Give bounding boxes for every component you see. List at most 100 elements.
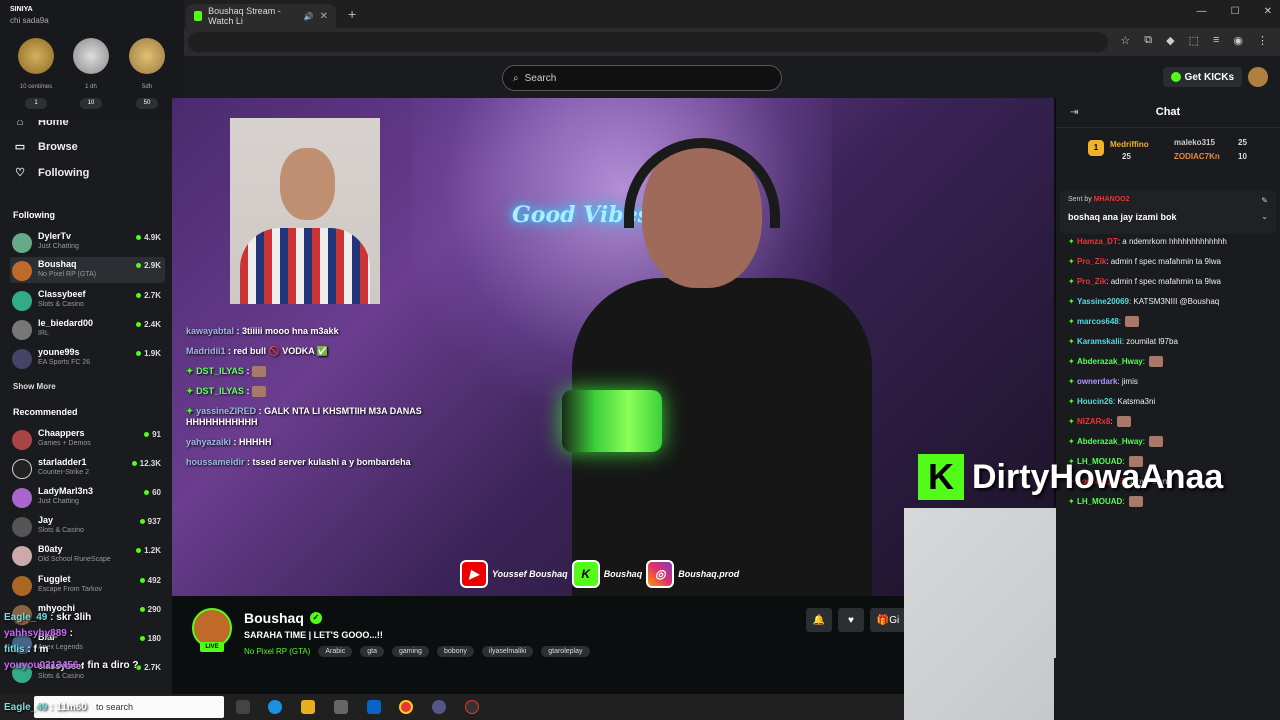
chat-username[interactable]: Abderazak_Hway	[1077, 357, 1143, 366]
tab-close-icon[interactable]: ✕	[320, 11, 328, 22]
chevron-down-icon[interactable]: ⌄	[1261, 212, 1268, 221]
stream-category[interactable]: No Pixel RP (GTA)	[244, 647, 310, 656]
search-input[interactable]: ⌕ Search	[502, 65, 782, 91]
nav-browse[interactable]: ▭ Browse	[14, 140, 78, 154]
channel-name: B0aty	[38, 544, 63, 554]
leader-name[interactable]: ZODIAC7Kn	[1174, 152, 1220, 161]
brand-name: DirtyHowaAnaa	[972, 457, 1224, 496]
leader-name[interactable]: maleko315	[1174, 138, 1215, 147]
viewer-count: 492	[147, 576, 161, 585]
get-kicks-button[interactable]: Get KICKs	[1162, 67, 1242, 87]
chat-message: : a ndemrkom hhhhhhhhhhhhh	[1117, 237, 1227, 246]
user-avatar[interactable]	[1248, 67, 1268, 87]
discord-icon[interactable]	[432, 700, 446, 714]
sidebar-channel-fugglet[interactable]: Fugglet Escape From Tarkov 492	[10, 572, 165, 598]
stream-tag[interactable]: bobony	[436, 646, 474, 657]
leader-name[interactable]: Medriffino	[1110, 140, 1149, 149]
follow-heart-button[interactable]: ♥	[838, 608, 864, 632]
viewer-count: 2.7K	[144, 291, 161, 300]
gift-button[interactable]: 🎁 Gi	[870, 608, 906, 632]
obs-icon[interactable]	[465, 700, 479, 714]
site-header: ⌕ Search Get KICKs	[172, 56, 1280, 98]
sidebar-channel-youne99s[interactable]: youne99s EA Sports FC 26 1.9K	[10, 345, 165, 371]
profile-icon[interactable]: ◉	[1233, 34, 1243, 47]
channel-name-heading[interactable]: Boushaq ✓	[244, 610, 322, 626]
pinned-sent-by-label: Sent by	[1068, 196, 1092, 203]
chat-username[interactable]: Pro_Zik	[1077, 257, 1106, 266]
coin-10-centimes-icon[interactable]	[18, 38, 54, 74]
nav-following[interactable]: ♡ Following	[14, 166, 89, 180]
sidebar-channel-boushaq[interactable]: Boushaq No Pixel RP (GTA) 2.9K	[10, 257, 165, 283]
chat-username[interactable]: Karamskalii	[1077, 337, 1122, 346]
edge-icon[interactable]	[268, 700, 282, 714]
coin-label: 1 dh	[85, 84, 97, 90]
new-tab-button[interactable]: +	[348, 6, 356, 22]
coin-widget-subtitle: chi sada9a	[10, 16, 49, 25]
chat-line: ✦ Pro_Zik: admin f spec mafahmin ta 9lwa	[1068, 256, 1278, 267]
chrome-icon[interactable]	[399, 700, 413, 714]
unpin-icon[interactable]: ✎	[1261, 196, 1268, 205]
chat-username[interactable]: Abderazak_Hway	[1077, 437, 1143, 446]
stream-tag[interactable]: gta	[360, 646, 384, 657]
outlook-icon[interactable]	[367, 700, 381, 714]
media-icon[interactable]: ≡	[1213, 34, 1219, 47]
coin-1-dh-icon[interactable]	[73, 38, 109, 74]
stream-title: SARAHA TIME | LET'S GOOO...!!	[244, 630, 383, 640]
stream-tag[interactable]: Arabic	[318, 646, 353, 657]
youtube-icon: ▶	[460, 560, 488, 588]
pinned-message[interactable]: Sent by MHANOO2 boshaq ana jay izami bok…	[1060, 190, 1276, 234]
nav-browse-label: Browse	[38, 140, 78, 153]
sidebar-channel-starladder1[interactable]: starladder1 Counter-Strike 2 12.3K	[10, 455, 165, 481]
sidebar-channel-jay[interactable]: Jay Slots & Casino 937	[10, 513, 165, 539]
sub-badge-icon: ✦	[1068, 237, 1077, 246]
menu-icon[interactable]: ⋮	[1257, 34, 1268, 47]
channel-category: Slots & Casino	[38, 527, 84, 534]
translate-icon[interactable]: ⧉	[1144, 34, 1152, 47]
coin-5-dh-icon[interactable]	[129, 38, 165, 74]
url-field[interactable]	[188, 32, 1108, 52]
sub-badge-icon: ✦	[1068, 357, 1077, 366]
chat-username[interactable]: Hamza_DT	[1077, 237, 1118, 246]
channel-avatar	[12, 517, 32, 537]
sidebar-channel-classybeef[interactable]: Classybeef Slots & Casino 2.7K	[10, 287, 165, 313]
bookmark-star-icon[interactable]: ☆	[1120, 34, 1130, 47]
show-more-button[interactable]: Show More	[13, 382, 56, 391]
sidebar-channel-dylertv[interactable]: DylerTv Just Chatting 4.9K	[10, 229, 165, 255]
chat-title: Chat	[1155, 106, 1181, 118]
chat-username[interactable]: Pro_Zik	[1077, 277, 1106, 286]
sidebar-channel-chaappers[interactable]: Chaappers Games + Demos 91	[10, 426, 165, 452]
chat-username[interactable]: ownerdark	[1077, 377, 1117, 386]
chat-message: : HHHHH	[233, 437, 272, 448]
chat-message: : jimis	[1117, 377, 1138, 386]
puzzle-icon[interactable]: ⬚	[1189, 34, 1199, 47]
channel-name: youne99s	[38, 347, 80, 357]
chat-message: :	[1110, 417, 1113, 426]
chat-username[interactable]: Houcin26	[1077, 397, 1113, 406]
chat-username[interactable]: marcos648	[1077, 317, 1119, 326]
channel-category: Counter-Strike 2	[38, 469, 89, 476]
stream-tag[interactable]: gtaroleplay	[541, 646, 590, 657]
sidebar-channel-ladymarl3n3[interactable]: LadyMarl3n3 Just Chatting 60	[10, 484, 165, 510]
viewer-count: 4.9K	[144, 233, 161, 242]
close-window-button[interactable]: ✕	[1264, 6, 1272, 17]
address-bar: ☆ ⧉ ◆ ⬚ ≡ ◉ ⋮	[184, 28, 1280, 56]
heart-icon: ♡	[15, 167, 25, 179]
notification-bell-button[interactable]: 🔔	[806, 608, 832, 632]
task-view-icon[interactable]	[236, 700, 250, 714]
sidebar-channel-le-biedard00[interactable]: le_biedard00 IRL 2.4K	[10, 316, 165, 342]
chat-username[interactable]: NIZARx8	[1077, 417, 1110, 426]
browser-tab[interactable]: Boushaq Stream - Watch Li 🔊 ✕	[186, 4, 336, 28]
live-dot-icon	[144, 490, 150, 495]
extension-icon[interactable]: ◆	[1166, 34, 1174, 47]
minimize-button[interactable]: —	[1197, 6, 1207, 17]
file-explorer-icon[interactable]	[301, 700, 315, 714]
maximize-button[interactable]: ☐	[1231, 6, 1240, 17]
store-icon[interactable]	[334, 700, 348, 714]
social-handle: Youssef Boushaq	[492, 569, 568, 579]
stream-tag[interactable]: ilyaselmaliki	[481, 646, 534, 657]
chat-username[interactable]: Yassine20069	[1077, 297, 1129, 306]
sidebar-channel-b0aty[interactable]: B0aty Old School RuneScape 1.2K	[10, 542, 165, 568]
chat-message: :	[1142, 357, 1145, 366]
ext-chat-line: Eagle_49 : 11m60	[4, 702, 87, 713]
stream-tag[interactable]: gaming	[391, 646, 429, 657]
